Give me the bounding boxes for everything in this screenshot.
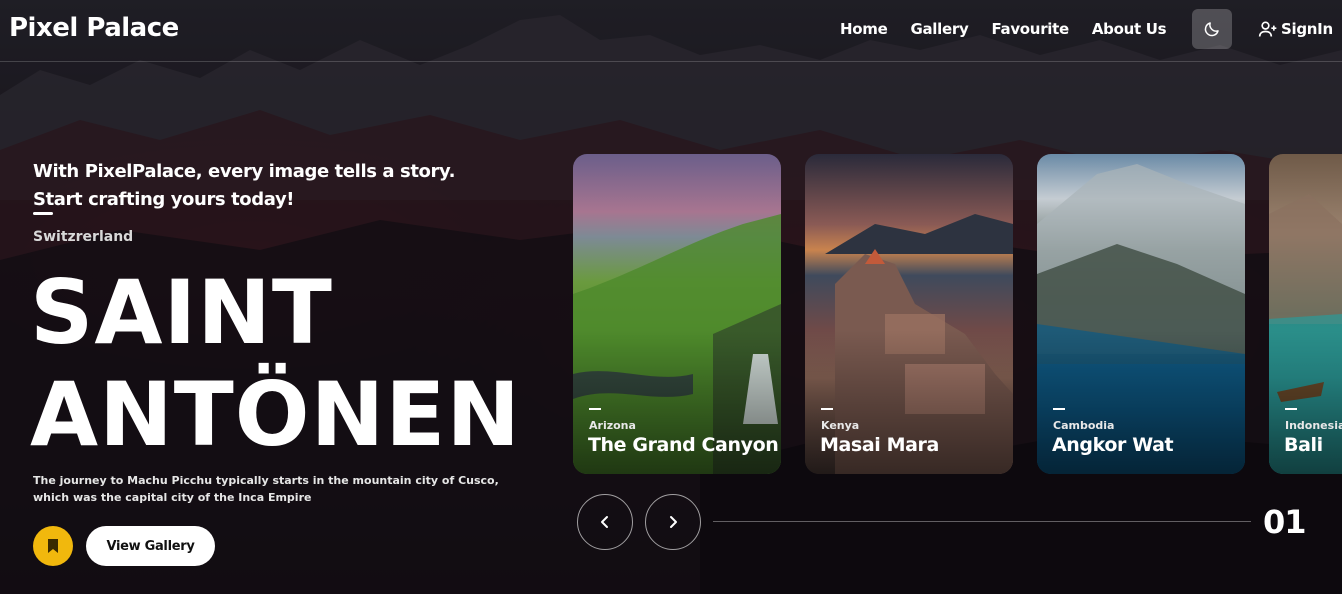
destination-card[interactable]: Cambodia Angkor Wat xyxy=(1037,154,1245,474)
bookmark-button[interactable] xyxy=(33,526,73,566)
destination-card[interactable]: Kenya Masai Mara xyxy=(805,154,1013,474)
slide-number: 01 xyxy=(1263,503,1307,541)
card-title: The Grand Canyon xyxy=(588,434,779,456)
nav-gallery[interactable]: Gallery xyxy=(910,20,968,38)
site-header: Pixel Palace Home Gallery Favourite Abou… xyxy=(0,0,1342,62)
slide-progress-bar xyxy=(713,521,1251,522)
view-gallery-button[interactable]: View Gallery xyxy=(86,526,215,566)
user-plus-icon xyxy=(1258,21,1277,37)
previous-slide-button[interactable] xyxy=(577,494,633,550)
card-divider xyxy=(821,408,833,410)
chevron-right-icon xyxy=(670,516,677,528)
hero-title-line1: SAINT xyxy=(30,261,333,364)
signin-label: SignIn xyxy=(1281,20,1333,38)
nav-home[interactable]: Home xyxy=(840,20,888,38)
bookmark-icon xyxy=(48,539,58,553)
hero-country: Switzrerland xyxy=(33,229,134,245)
nav-favourite[interactable]: Favourite xyxy=(991,20,1069,38)
card-country: Indonesia xyxy=(1285,419,1342,432)
destination-card[interactable]: Arizona The Grand Canyon xyxy=(573,154,781,474)
card-country: Cambodia xyxy=(1053,419,1115,432)
site-logo[interactable]: Pixel Palace xyxy=(9,13,179,43)
card-title: Angkor Wat xyxy=(1052,434,1174,456)
signin-button[interactable]: SignIn xyxy=(1258,19,1333,39)
card-divider xyxy=(589,408,601,410)
card-title: Bali xyxy=(1284,434,1323,456)
hero-description: The journey to Machu Picchu typically st… xyxy=(33,474,499,504)
nav-about-us[interactable]: About Us xyxy=(1092,20,1167,38)
card-divider xyxy=(1285,408,1297,410)
chevron-left-icon xyxy=(601,516,608,528)
card-title: Masai Mara xyxy=(820,434,939,456)
card-divider xyxy=(1053,408,1065,410)
moon-icon xyxy=(1204,22,1219,37)
main-nav: Home Gallery Favourite About Us xyxy=(840,20,1189,38)
card-country: Kenya xyxy=(821,419,860,432)
hero-tagline: With PixelPalace, every image tells a st… xyxy=(33,161,456,210)
theme-toggle-button[interactable] xyxy=(1192,9,1232,49)
hero-title: SAINT ANTÖNEN xyxy=(30,262,550,466)
card-country: Arizona xyxy=(589,419,636,432)
next-slide-button[interactable] xyxy=(645,494,701,550)
destination-card[interactable]: Indonesia Bali xyxy=(1269,154,1342,474)
hero-title-line2: ANTÖNEN xyxy=(30,363,521,466)
tagline-divider xyxy=(33,212,53,215)
